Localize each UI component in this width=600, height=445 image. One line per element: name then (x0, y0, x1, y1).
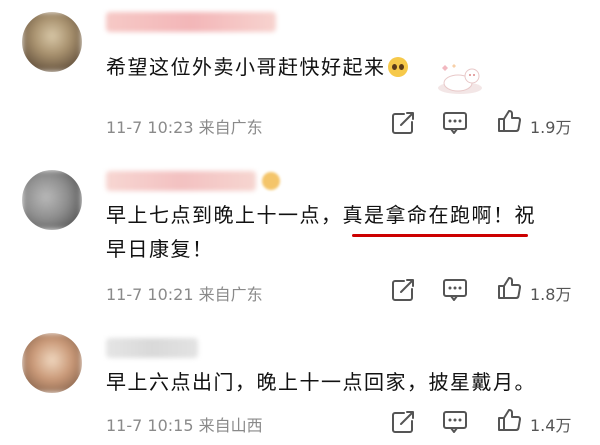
comment-icon[interactable] (442, 277, 468, 303)
pleading-face-icon (387, 57, 408, 77)
avatar[interactable] (22, 170, 82, 230)
comment-list: 希望这位外卖小哥赶快好起来 11-7 10:23 来自广东 1.9万 早上七点到… (0, 0, 600, 445)
comment-location: 来自广东 (198, 285, 263, 304)
username-blurred[interactable] (106, 338, 198, 358)
comment-text-line-2: 早日康复！ (106, 237, 214, 261)
username-blurred[interactable] (106, 171, 256, 191)
share-icon[interactable] (390, 110, 416, 136)
avatar[interactable] (22, 12, 82, 72)
comment-icon[interactable] (442, 409, 468, 435)
red-underline-annotation (352, 234, 528, 237)
like-count: 1.9万 (530, 118, 572, 137)
comment-text-highlight: 真是拿命在跑啊！ (342, 203, 515, 227)
thumbs-up-icon[interactable] (496, 108, 522, 134)
like-count: 1.8万 (530, 285, 572, 304)
share-icon[interactable] (390, 277, 416, 303)
comment-time: 11-7 10:23 (106, 118, 194, 137)
username-blurred[interactable] (106, 12, 276, 32)
comment-meta: 11-7 10:15 来自山西 (106, 412, 263, 436)
comment-text-suffix: 祝 (514, 203, 536, 227)
comment-text: 早上六点出门，晚上十一点回家，披星戴月。 (106, 370, 536, 394)
comment-text-content: 希望这位外卖小哥赶快好起来 (106, 55, 386, 79)
comment-text-line-1: 早上七点到晚上十一点，真是拿命在跑啊！祝 (106, 198, 536, 232)
comment-time: 11-7 10:21 (106, 285, 194, 304)
cat-sticker-icon (438, 64, 482, 94)
thumbs-up-icon[interactable] (496, 275, 522, 301)
user-badge-icon (262, 172, 280, 190)
thumbs-up-icon[interactable] (496, 407, 522, 433)
comment-meta: 11-7 10:23 来自广东 (106, 114, 263, 138)
comment-text-prefix: 早上七点到晚上十一点， (106, 203, 343, 227)
comment-icon[interactable] (442, 110, 468, 136)
comment-time: 11-7 10:15 (106, 416, 194, 435)
like-count: 1.4万 (530, 416, 572, 435)
share-icon[interactable] (390, 409, 416, 435)
avatar[interactable] (22, 333, 82, 393)
comment-location: 来自山西 (198, 416, 263, 435)
comment-meta: 11-7 10:21 来自广东 (106, 281, 263, 305)
comment-text: 希望这位外卖小哥赶快好起来 (106, 50, 408, 84)
comment-location: 来自广东 (198, 118, 263, 137)
